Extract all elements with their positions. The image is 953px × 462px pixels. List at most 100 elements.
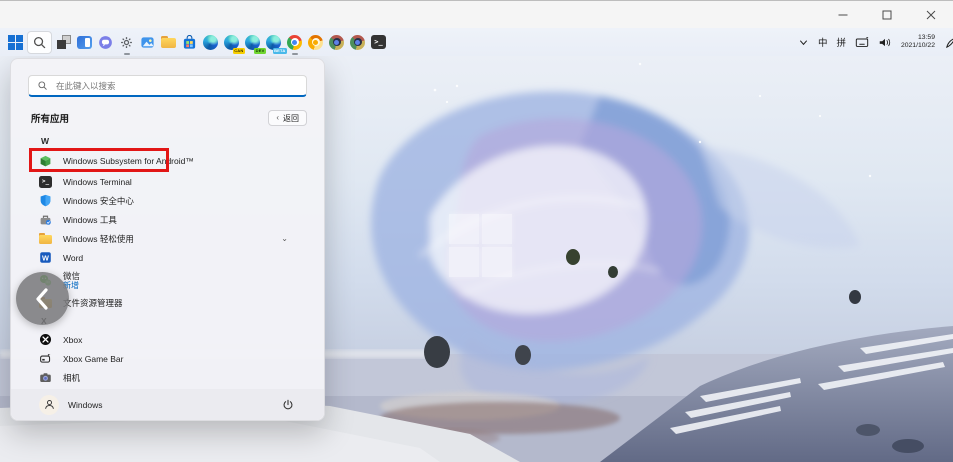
security-icon: [39, 194, 52, 207]
app-item[interactable]: W Word: [31, 248, 304, 267]
app-name-text: Windows Subsystem for Android™: [63, 156, 194, 166]
app-item[interactable]: Xbox Game Bar: [31, 349, 304, 368]
avatar: [39, 395, 59, 415]
user-name: Windows: [68, 400, 102, 410]
window-titlebar[interactable]: [0, 0, 953, 28]
app-name: Xbox Game Bar: [63, 354, 123, 364]
app-name-text: Windows 工具: [63, 214, 117, 226]
back-button[interactable]: ‹ 返回: [268, 110, 307, 126]
ime-mode-indicator[interactable]: 中: [818, 35, 828, 49]
taskbar-icon-widgets[interactable]: [74, 29, 95, 55]
terminal-icon: >_: [39, 175, 52, 188]
app-item[interactable]: Windows 轻松使用 ⌄: [31, 229, 304, 248]
chat-icon: [98, 35, 113, 50]
taskbar-icon-photos[interactable]: [137, 29, 158, 55]
screen: CANDEVBETA >_ 中 拼 13:59 2021/10/22: [0, 0, 953, 462]
app-item[interactable]: Windows 安全中心: [31, 191, 304, 210]
volume-icon[interactable]: [878, 36, 892, 49]
start-menu-footer: Windows: [11, 389, 324, 420]
all-apps-title: 所有应用: [31, 111, 69, 125]
app-item[interactable]: >_ Windows Terminal: [31, 172, 304, 191]
taskbar-clock[interactable]: 13:59 2021/10/22: [901, 34, 935, 51]
app-name-text: Xbox: [63, 335, 82, 345]
chevron-down-icon[interactable]: ⌄: [281, 234, 288, 243]
taskbar-icon-start[interactable]: [5, 29, 26, 55]
app-name-text: Word: [63, 253, 83, 263]
task-view-icon: [57, 35, 71, 49]
app-item[interactable]: Windows 工具: [31, 210, 304, 229]
search-box[interactable]: [28, 75, 307, 97]
search-input[interactable]: [54, 80, 298, 92]
app-name: Windows Terminal: [63, 177, 132, 187]
taskbar-icon-edge-dev[interactable]: DEV: [242, 29, 263, 55]
window-close-button[interactable]: [909, 2, 953, 29]
taskbar-icon-edge-beta[interactable]: BETA: [263, 29, 284, 55]
app-name-text: 相机: [63, 372, 80, 384]
taskbar-icon-edge-canary[interactable]: CAN: [221, 29, 242, 55]
taskbar-icon-chromium[interactable]: [347, 29, 368, 55]
chrome-canary-icon: [308, 35, 323, 50]
taskbar-icon-search[interactable]: [27, 31, 52, 54]
app-name-text: Xbox Game Bar: [63, 354, 123, 364]
folder-icon: [39, 232, 52, 245]
chevron-left-icon: [30, 286, 56, 312]
gamebar-icon: [39, 352, 52, 365]
widgets-icon: [77, 36, 92, 49]
tools-icon: [39, 213, 52, 226]
svg-text:W: W: [42, 253, 49, 262]
app-item[interactable]: 文件资源管理器: [31, 293, 304, 312]
section-letter-X[interactable]: X: [41, 312, 304, 330]
app-name: 相机: [63, 372, 80, 384]
taskbar-icon-terminal[interactable]: >_: [368, 29, 389, 55]
ime-layout-indicator[interactable]: 拼: [836, 35, 846, 49]
taskbar-icon-file-explorer[interactable]: [158, 29, 179, 55]
photos-icon: [140, 35, 155, 50]
chrome-dev-icon: [329, 35, 344, 50]
app-name: Windows Subsystem for Android™: [63, 156, 194, 166]
section-letter-W[interactable]: W: [41, 132, 304, 150]
user-account-button[interactable]: Windows: [39, 395, 102, 415]
window-controls: [821, 1, 953, 29]
app-name-text: Windows 安全中心: [63, 195, 134, 207]
app-item[interactable]: 相机: [31, 368, 304, 387]
window-minimize-button[interactable]: [821, 2, 865, 29]
taskbar-icon-chat[interactable]: [95, 29, 116, 55]
terminal-icon: >_: [371, 35, 386, 49]
app-name: Windows 轻松使用: [63, 233, 134, 245]
chevron-left-icon: ‹: [276, 114, 279, 122]
back-overlay-button[interactable]: [16, 272, 69, 325]
app-item[interactable]: Windows Subsystem for Android™: [31, 150, 304, 172]
taskbar-icon-chrome-canary[interactable]: [305, 29, 326, 55]
window-maximize-button[interactable]: [865, 2, 909, 29]
taskbar-icon-chrome-dev[interactable]: [326, 29, 347, 55]
app-item[interactable]: Xbox: [31, 330, 304, 349]
power-button[interactable]: [280, 397, 296, 413]
camera-icon: [39, 371, 52, 384]
desktop[interactable]: 所有应用 ‹ 返回 W Windows Subsystem for Android…: [0, 56, 953, 462]
taskbar-icon-microsoft-store[interactable]: [179, 29, 200, 55]
touch-keyboard-icon[interactable]: [855, 36, 869, 49]
taskbar-icon-task-view[interactable]: [53, 29, 74, 55]
search-icon: [37, 80, 48, 91]
search-icon: [32, 35, 47, 50]
word-icon: W: [39, 251, 52, 264]
taskbar-icon-chrome[interactable]: [284, 29, 305, 55]
app-name: Word: [63, 253, 83, 263]
app-name: Windows 工具: [63, 214, 117, 226]
app-name-text: Windows 轻松使用: [63, 233, 134, 245]
tray-overflow-chevron-icon[interactable]: [798, 37, 809, 48]
app-item[interactable]: 微信新增: [31, 267, 304, 293]
taskbar-icon-settings[interactable]: [116, 29, 137, 55]
settings-icon: [119, 35, 134, 50]
wallpaper-windows-logo: [449, 214, 512, 277]
pen-icon[interactable]: [944, 36, 953, 49]
close-icon: [926, 10, 936, 20]
system-tray: 中 拼 13:59 2021/10/22: [798, 34, 953, 51]
start-icon: [8, 35, 23, 50]
app-name: Xbox: [63, 335, 82, 345]
xbox-icon: [39, 333, 52, 346]
taskbar-icon-edge[interactable]: [200, 29, 221, 55]
chrome-icon: [287, 35, 302, 50]
taskbar: CANDEVBETA >_ 中 拼 13:59 2021/10/22: [0, 28, 953, 56]
clock-date: 2021/10/22: [901, 42, 935, 50]
